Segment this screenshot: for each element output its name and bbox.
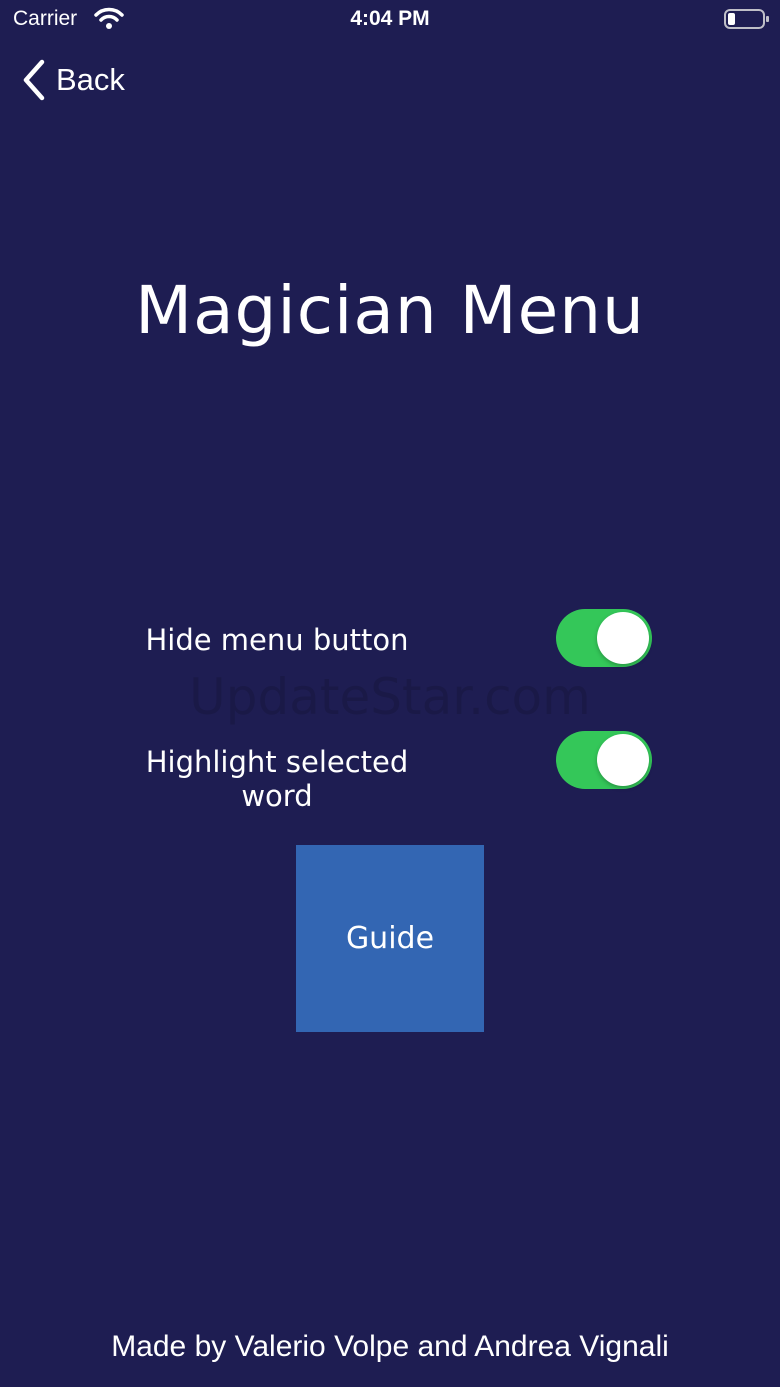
battery-icon: [724, 9, 769, 29]
chevron-left-icon: [23, 59, 45, 101]
toggle-knob: [597, 612, 649, 664]
guide-button[interactable]: Guide: [296, 845, 484, 1032]
setting-label: Hide menu button: [145, 623, 409, 657]
back-button[interactable]: Back: [20, 56, 125, 104]
setting-row-highlight-selected-word: Highlight selected word: [0, 731, 780, 813]
status-bar: Carrier 4:04 PM: [0, 0, 780, 40]
guide-button-label: Guide: [345, 921, 435, 956]
page-title: Magician Menu: [135, 272, 645, 349]
back-label: Back: [56, 62, 125, 97]
credits-text: Made by Valerio Volpe and Andrea Vignali: [111, 1330, 669, 1363]
setting-label: Highlight selected word: [145, 745, 409, 813]
setting-row-hide-menu-button: Hide menu button: [0, 609, 780, 669]
toggle-knob: [597, 734, 649, 786]
highlight-selected-word-toggle[interactable]: [556, 731, 652, 789]
clock: 4:04 PM: [350, 7, 430, 30]
hide-menu-button-toggle[interactable]: [556, 609, 652, 667]
watermark: UpdateStar.com: [189, 668, 591, 726]
